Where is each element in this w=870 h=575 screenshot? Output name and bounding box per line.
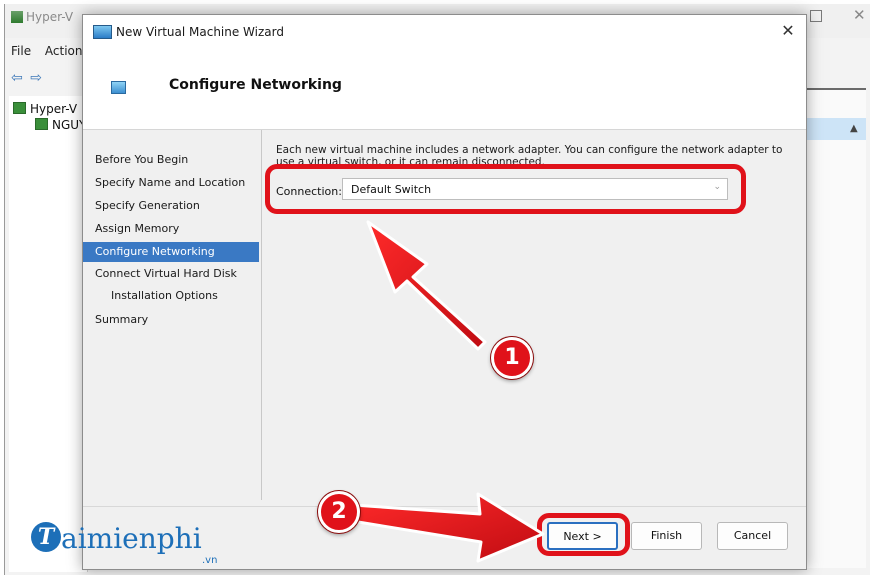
step-specify-generation[interactable]: Specify Generation: [83, 196, 259, 216]
step-configure-networking[interactable]: Configure Networking: [83, 242, 259, 262]
brand-name: aimienphi: [61, 522, 202, 555]
next-highlight-box: [537, 513, 630, 556]
wizard-title: New Virtual Machine Wizard: [116, 25, 284, 39]
cancel-button[interactable]: Cancel: [717, 522, 788, 550]
maximize-icon[interactable]: [810, 10, 822, 22]
network-icon: [111, 81, 126, 94]
menu-action[interactable]: Action: [45, 44, 83, 58]
step-assign-memory[interactable]: Assign Memory: [83, 219, 259, 239]
step-connect-virtual-hard-disk[interactable]: Connect Virtual Hard Disk: [83, 264, 259, 284]
step-1-badge: 1: [491, 337, 533, 379]
menu-file[interactable]: File: [11, 44, 31, 58]
wizard-titlebar: New Virtual Machine Wizard ✕: [83, 15, 806, 49]
forward-arrow-icon[interactable]: ⇨: [30, 70, 42, 86]
collapse-caret-icon[interactable]: ▲: [850, 123, 858, 134]
step-2-badge: 2: [318, 491, 360, 533]
wizard-steps-nav: Before You Begin Specify Name and Locati…: [83, 130, 259, 500]
step-summary[interactable]: Summary: [83, 310, 259, 330]
wizard-header: Configure Networking: [83, 49, 806, 130]
navigation-tree: Hyper-V NGUY: [9, 96, 88, 572]
vm-monitor-icon: [93, 25, 112, 39]
page-title: Configure Networking: [169, 77, 342, 93]
new-vm-wizard-dialog: New Virtual Machine Wizard ✕ Configure N…: [82, 14, 807, 570]
toolbar: ⇦ ⇨: [11, 70, 46, 86]
brand-domain: .vn: [202, 555, 218, 566]
footer-divider: [83, 506, 806, 507]
tree-item-hyperv[interactable]: Hyper-V: [13, 102, 77, 116]
server-icon: [35, 118, 48, 130]
brand-logo-letter: T: [37, 524, 55, 550]
connection-highlight-box: [265, 164, 746, 214]
server-icon: [13, 102, 26, 114]
finish-button[interactable]: Finish: [631, 522, 702, 550]
step-installation-options[interactable]: Installation Options: [83, 286, 259, 306]
close-icon[interactable]: ✕: [853, 6, 866, 24]
back-arrow-icon[interactable]: ⇦: [11, 70, 23, 86]
menu-bar: File Action: [11, 44, 93, 58]
step-before-you-begin[interactable]: Before You Begin: [83, 150, 259, 170]
hyperv-app-icon: [11, 11, 23, 23]
actions-pane: [805, 90, 866, 568]
tree-item-host[interactable]: NGUY: [35, 118, 86, 132]
step-specify-name-location[interactable]: Specify Name and Location: [83, 173, 259, 193]
wizard-close-button[interactable]: ✕: [777, 21, 799, 41]
hyperv-title: Hyper-V: [11, 10, 73, 24]
network-description: Each new virtual machine includes a netw…: [276, 144, 783, 166]
